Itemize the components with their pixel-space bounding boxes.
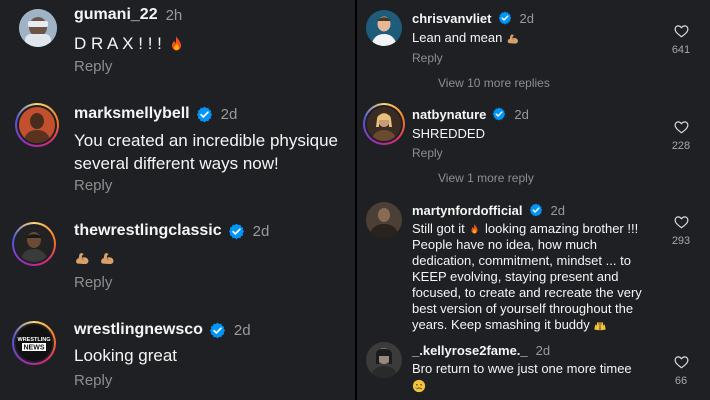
avatar-thewrestlingclassic[interactable] [16, 226, 52, 262]
reply-button[interactable]: Reply [74, 177, 112, 194]
avatar-kellyrose2fame[interactable] [366, 342, 402, 378]
comment-text: Looking great [74, 346, 178, 365]
reply-button[interactable]: Reply [74, 274, 112, 291]
fire-emoji-icon [471, 223, 478, 234]
comment-text-line-2: several different ways now! [74, 154, 279, 173]
reply-button[interactable]: Reply [74, 58, 112, 75]
username[interactable]: chrisvanvliet [412, 11, 492, 26]
avatar-kellyrose2fame-image [366, 342, 402, 378]
reply-button[interactable]: Reply [412, 51, 443, 65]
comment-text [74, 246, 116, 269]
timestamp: 2d [514, 106, 529, 122]
view-more-replies-button[interactable]: View 10 more replies [438, 76, 550, 90]
avatar-text-bottom: NEWS [24, 345, 45, 352]
verified-badge-icon [497, 11, 512, 25]
username[interactable]: thewrestlingclassic [74, 222, 222, 240]
flexed-biceps-emoji-icon [100, 252, 114, 265]
comment-text: Lean and mean [412, 30, 503, 45]
raising-hands-emoji-icon [594, 321, 607, 330]
sad-face-emoji-icon [412, 378, 426, 393]
comment-natbynature: natbynature 2d SHREDDED Reply View 1 mor… [357, 97, 710, 197]
comment-text: SHREDDED [412, 126, 485, 141]
comment-thewrestlingclassic: thewrestlingclassic 2d Reply [0, 212, 355, 312]
comment-wrestlingnewsco: WRESTLING NEWS wrestlingnewsco 2d Lookin… [0, 314, 355, 400]
timestamp: 2d [519, 10, 534, 26]
timestamp: 2d [252, 222, 270, 240]
comment-text: D R A X ! ! ! [74, 34, 162, 53]
username[interactable]: natbynature [412, 107, 486, 122]
username[interactable]: _.kellyrose2fame._ [412, 343, 528, 358]
avatar-marksmellybell-image [19, 107, 55, 143]
timestamp: 2d [233, 321, 251, 339]
verified-badge-icon [492, 107, 507, 121]
avatar-wrestlingnewsco[interactable]: WRESTLING NEWS [16, 325, 52, 361]
comment-line: looking amazing brother !!! [485, 221, 639, 236]
comment-line: dedication, commitment, mindset ... to [412, 253, 631, 268]
comment-martynfordofficial: martynfordofficial 2d Still got it looki… [357, 196, 710, 338]
avatar-martynfordofficial-image [366, 202, 402, 238]
timestamp: 2d [220, 105, 238, 123]
username[interactable]: wrestlingnewsco [74, 321, 203, 339]
heart-outline-icon [674, 121, 688, 134]
like-count: 66 [674, 375, 688, 387]
avatar-martynfordofficial[interactable] [366, 202, 402, 238]
heart-outline-icon [674, 25, 688, 38]
view-more-replies-button[interactable]: View 1 more reply [438, 171, 534, 185]
username[interactable]: marksmellybell [74, 105, 190, 123]
username[interactable]: gumani_22 [74, 6, 158, 24]
comment-line: best version of yourself throughout the [412, 301, 634, 316]
timestamp: 2d [550, 202, 565, 218]
like-count: 228 [671, 140, 691, 152]
avatar-natbynature-image [367, 107, 401, 141]
comment-line: People have no idea, how much [412, 237, 598, 252]
reply-button[interactable]: Reply [74, 372, 112, 389]
avatar-marksmellybell[interactable] [19, 107, 55, 143]
comments-pane-left: gumani_22 2h D R A X ! ! ! Reply marksme… [0, 0, 355, 400]
like-count: 641 [671, 44, 691, 56]
comment-kellyrose2fame: _.kellyrose2fame._ 2d Bro return to wwe … [357, 338, 710, 400]
timestamp: 2h [165, 6, 183, 24]
comment-line: KEEP evolving, staying present and [412, 269, 619, 284]
flexed-biceps-emoji-icon [75, 252, 89, 265]
timestamp: 2d [535, 342, 551, 358]
comment-line: years. Keep smashing it buddy [412, 317, 590, 332]
like-button[interactable]: 228 [666, 120, 696, 152]
avatar-wrestlingnewsco-logo: WRESTLING NEWS [16, 325, 52, 361]
verified-badge-icon [528, 203, 543, 217]
comment-text: Bro return to wwe just one more timee [412, 361, 632, 376]
heart-outline-icon [674, 356, 688, 369]
verified-badge-icon [208, 321, 226, 339]
comment-text-line-1: You created an incredible physique [74, 131, 339, 150]
comment-chrisvanvliet: chrisvanvliet 2d Lean and mean Reply Vie… [357, 0, 710, 96]
avatar-gumani-image [19, 9, 57, 47]
flexed-biceps-emoji-icon [507, 33, 519, 44]
avatar-chrisvanvliet[interactable] [366, 10, 402, 46]
verified-badge-icon [195, 105, 213, 123]
avatar-thewrestlingclassic-image [16, 226, 52, 262]
heart-outline-icon [674, 216, 688, 229]
verified-badge-icon [227, 222, 245, 240]
comment-line: Still got it [412, 221, 465, 236]
like-button[interactable]: 293 [666, 215, 696, 247]
reply-button[interactable]: Reply [412, 146, 443, 160]
fire-emoji-icon [171, 36, 181, 51]
avatar-text-top: WRESTLING [18, 337, 51, 343]
comment-marksmellybell: marksmellybell 2d You created an incredi… [0, 96, 355, 206]
comment-text: Still got it looking amazing brother !!!… [412, 221, 660, 333]
like-button[interactable]: 66 [666, 355, 696, 387]
username[interactable]: martynfordofficial [412, 203, 523, 218]
comment-line: focused, to create and recreate the very [412, 285, 642, 300]
comments-pane-right: chrisvanvliet 2d Lean and mean Reply Vie… [357, 0, 710, 400]
avatar-gumani[interactable] [19, 9, 57, 47]
avatar-natbynature[interactable] [367, 107, 401, 141]
like-button[interactable]: 641 [666, 24, 696, 56]
like-count: 293 [671, 235, 691, 247]
avatar-chrisvanvliet-image [366, 10, 402, 46]
comment-gumani: gumani_22 2h D R A X ! ! ! Reply [0, 0, 355, 90]
